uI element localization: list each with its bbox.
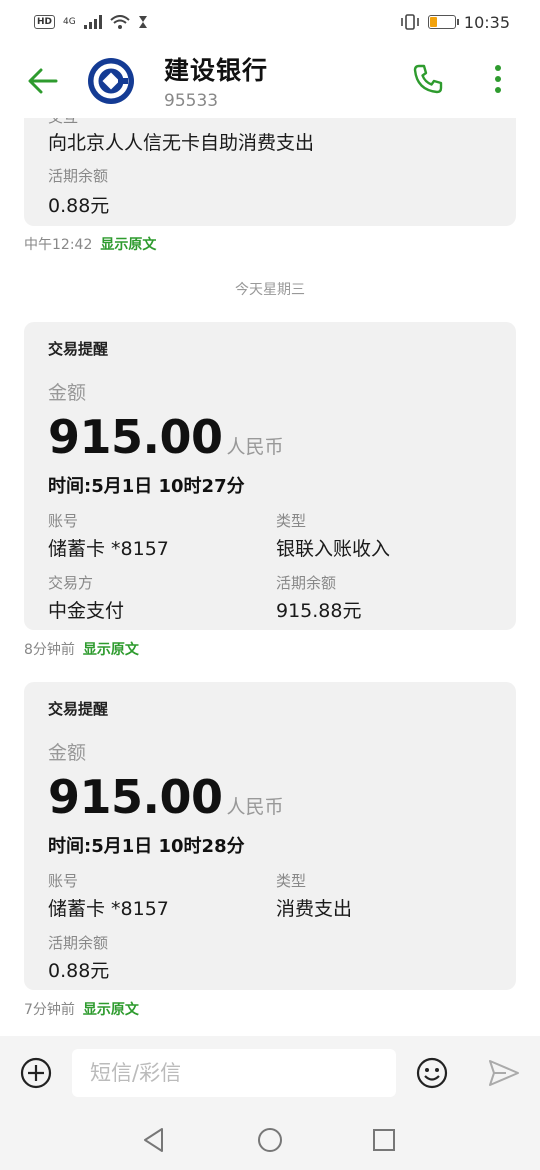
account-label: 账号 [48, 512, 79, 530]
card-title: 交易提醒 [48, 340, 109, 358]
card-title: 交易提醒 [48, 700, 109, 718]
triangle-back-icon [144, 1128, 163, 1152]
date-separator: 今天星期三 [235, 282, 305, 298]
more-vertical-icon [495, 65, 501, 93]
message-card-2[interactable]: 交易提醒 金额 915.00 人民币 时间:5月1日 10时28分 账号 储蓄卡… [24, 682, 516, 990]
type-value: 银联入账收入 [276, 538, 391, 560]
nav-recents-button[interactable] [366, 1122, 402, 1158]
message-card-1[interactable]: 交易提醒 金额 915.00 人民币 时间:5月1日 10时27分 账号 储蓄卡… [24, 322, 516, 630]
merchant-text: 向北京人人信无卡自助消费支出 [48, 132, 315, 154]
amount-value: 915.00 [48, 410, 223, 464]
account-value: 储蓄卡 *8157 [48, 538, 169, 560]
status-time: 10:35 [463, 12, 510, 32]
network-type: 4G [63, 17, 76, 27]
balance-label: 活期余额 [276, 574, 337, 592]
conversation-header: 建设银行 95533 [0, 44, 540, 118]
call-button[interactable] [408, 56, 448, 102]
counterparty-label: 交易方 [48, 574, 94, 592]
amount-label: 金额 [48, 382, 87, 404]
show-original-link[interactable]: 显示原文 [83, 639, 139, 659]
transaction-time: 时间:5月1日 10时27分 [48, 476, 245, 497]
nav-home-button[interactable] [252, 1122, 288, 1158]
amount-label: 金额 [48, 742, 87, 764]
phone-icon [413, 64, 443, 94]
send-button[interactable] [482, 1051, 526, 1095]
message-age: 8分钟前 [24, 642, 75, 658]
compose-bar [0, 1036, 540, 1110]
currency-label: 人民币 [226, 796, 284, 818]
currency-label: 人民币 [226, 436, 284, 458]
message-meta-1: 8分钟前 显示原文 [24, 639, 139, 659]
partial-cut-label: 交互 [48, 118, 78, 127]
signal-icon [83, 15, 102, 29]
counterparty-value: 中金支付 [48, 600, 125, 622]
account-label: 账号 [48, 872, 79, 890]
back-button[interactable] [22, 60, 64, 102]
message-card-partial[interactable]: 交互 向北京人人信无卡自助消费支出 活期余额 0.88元 [24, 118, 516, 226]
amount-value: 915.00 [48, 770, 223, 824]
transaction-time: 时间:5月1日 10时28分 [48, 836, 245, 857]
square-recents-icon [373, 1129, 395, 1151]
ccb-logo-icon [93, 63, 129, 99]
smiley-icon [416, 1057, 448, 1089]
battery-icon [427, 15, 459, 29]
show-original-link[interactable]: 显示原文 [83, 999, 139, 1019]
message-meta-2: 7分钟前 显示原文 [24, 999, 139, 1019]
balance-label: 活期余额 [48, 167, 109, 185]
status-right: 10:35 [400, 13, 510, 32]
arrow-left-icon [28, 68, 58, 94]
bank-avatar[interactable] [88, 58, 134, 104]
circle-home-icon [258, 1128, 282, 1152]
send-icon [489, 1060, 519, 1086]
vibrate-icon [401, 14, 419, 30]
show-original-link[interactable]: 显示原文 [100, 234, 156, 254]
more-button[interactable] [478, 56, 518, 102]
status-bar: HD 4G 10:35 [0, 0, 540, 44]
amount-row: 915.00 人民币 [48, 410, 284, 464]
nav-back-button[interactable] [136, 1122, 172, 1158]
hd-badge: HD [34, 15, 56, 29]
contact-name: 建设银行 [164, 56, 269, 85]
emoji-button[interactable] [410, 1051, 454, 1095]
wifi-icon [110, 15, 130, 29]
system-nav-bar [0, 1110, 540, 1170]
message-time: 中午12:42 [24, 237, 93, 253]
message-meta-partial: 中午12:42 显示原文 [24, 234, 156, 254]
contact-number: 95533 [164, 91, 219, 111]
type-label: 类型 [276, 872, 307, 890]
header-actions [408, 56, 518, 102]
plus-circle-icon [20, 1057, 52, 1089]
status-left: HD 4G [34, 15, 148, 29]
balance-value: 915.88元 [276, 600, 362, 622]
attach-button[interactable] [14, 1051, 58, 1095]
account-value: 储蓄卡 *8157 [48, 898, 169, 920]
balance-value: 0.88元 [48, 195, 110, 217]
hourglass-icon [138, 16, 147, 28]
balance-label: 活期余额 [48, 934, 109, 952]
contact-info: 建设银行 95533 [164, 51, 268, 111]
sms-conversation-screen: HD 4G 10:35 建设银行 95533 向北京人人信无卡自助消费支出 活期… [0, 0, 540, 1170]
type-label: 类型 [276, 512, 307, 530]
message-input[interactable] [72, 1049, 396, 1097]
balance-value: 0.88元 [48, 960, 110, 982]
amount-row: 915.00 人民币 [48, 770, 284, 824]
message-age: 7分钟前 [24, 1002, 75, 1018]
type-value: 消费支出 [276, 898, 353, 920]
message-list[interactable]: 交互 向北京人人信无卡自助消费支出 活期余额 0.88元 中午12:42 显示原… [0, 118, 540, 1036]
